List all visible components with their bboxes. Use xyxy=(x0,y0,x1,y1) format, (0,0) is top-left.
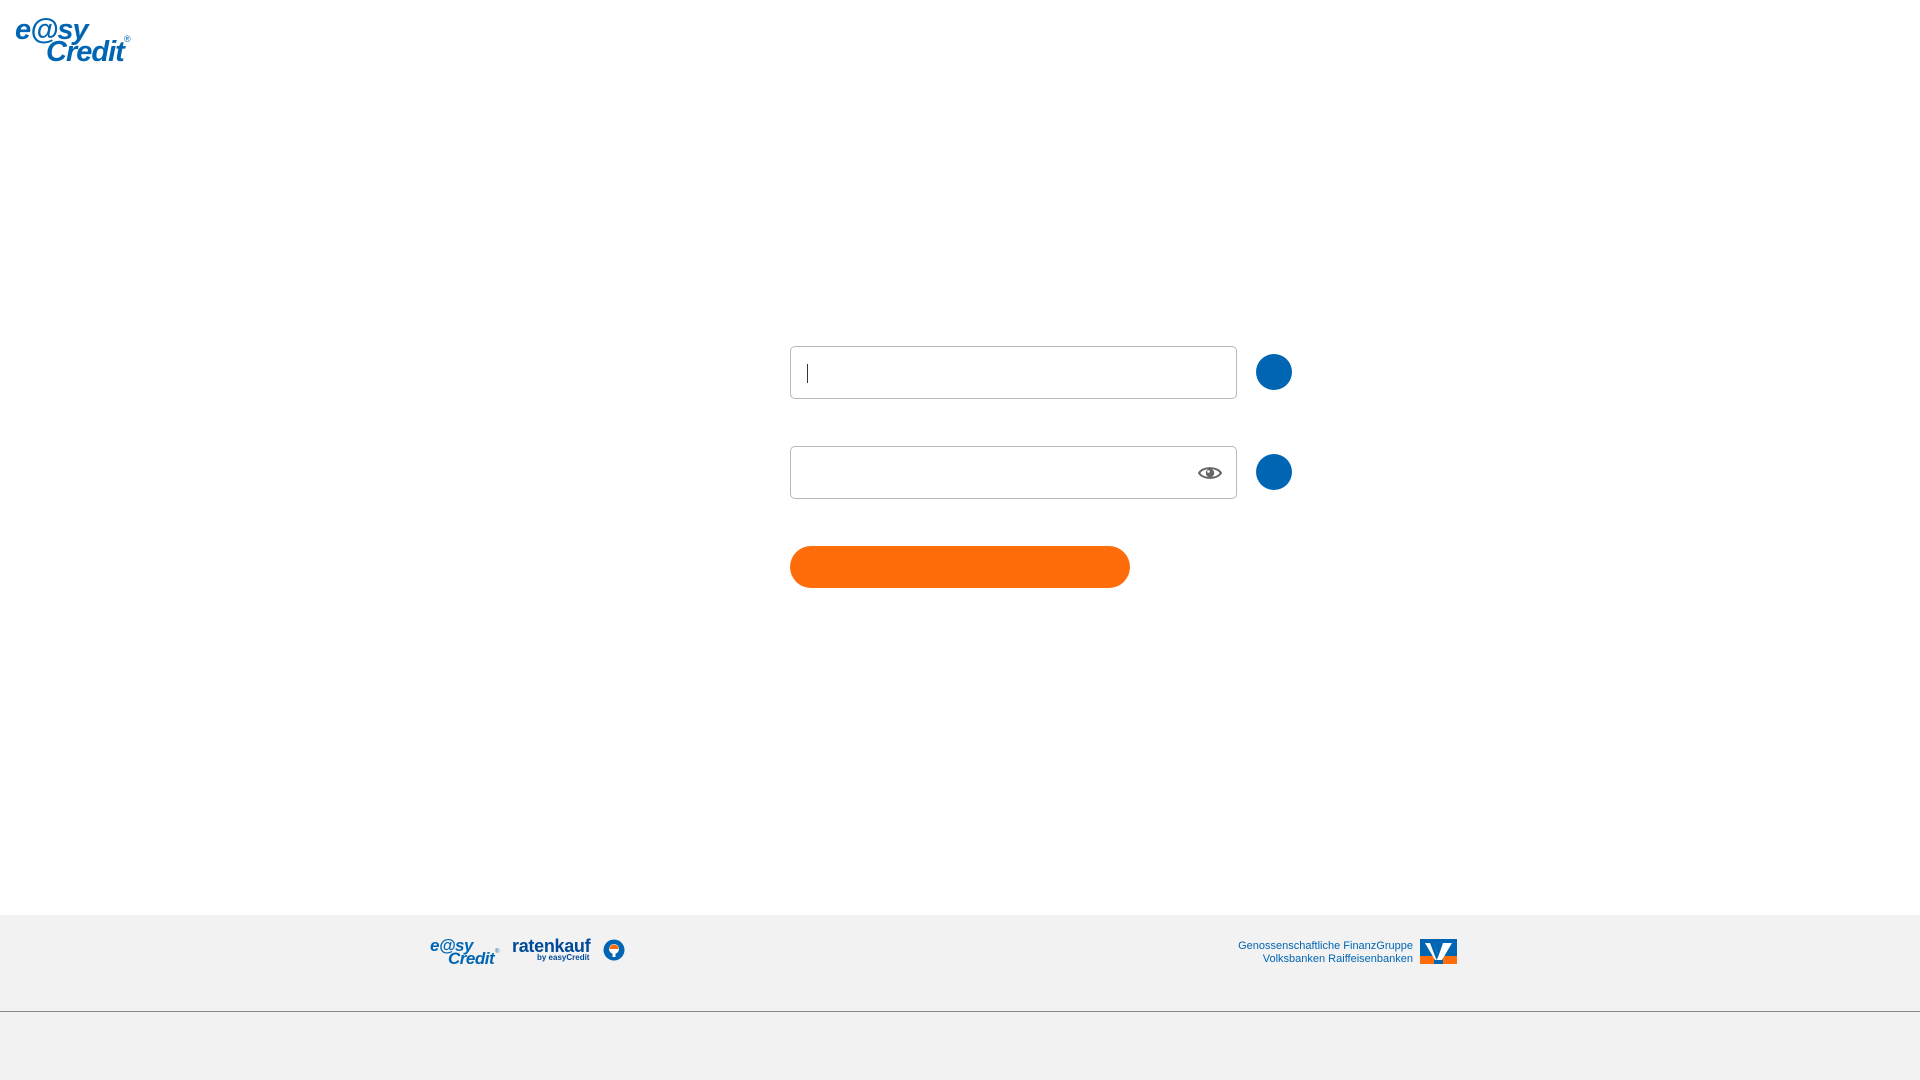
ratenkauf-logo[interactable]: ratenkauf by easyCredit xyxy=(512,937,612,967)
vr-group-line1: Genossenschaftliche FinanzGruppe xyxy=(1238,940,1413,952)
vr-group-text: Genossenschaftliche FinanzGruppe Volksba… xyxy=(1160,940,1413,966)
ratenkauf-icon xyxy=(603,939,625,961)
footer: e@sy Credit ® ratenkauf by easyCredit Ge… xyxy=(0,915,1920,1080)
footer-easycredit-logo[interactable]: e@sy Credit ® xyxy=(430,937,502,967)
username-field[interactable] xyxy=(790,346,1237,399)
login-button[interactable] xyxy=(790,546,1130,588)
footer-logo-line2: Credit xyxy=(448,949,495,968)
text-cursor xyxy=(807,364,808,383)
vr-group-line2: Volksbanken Raiffeisenbanken xyxy=(1262,953,1413,965)
password-field[interactable] xyxy=(790,446,1237,499)
password-input[interactable] xyxy=(805,457,1185,489)
volksbank-raiffeisenbank-logo[interactable] xyxy=(1420,939,1457,964)
eye-icon[interactable] xyxy=(1198,462,1222,484)
username-info-icon[interactable] xyxy=(1256,354,1292,390)
logo-registered-mark: ® xyxy=(124,34,131,44)
login-page: e@sy Credit ® e@sy Credit ® ratenkauf by… xyxy=(0,0,1920,1080)
password-info-icon[interactable] xyxy=(1256,454,1292,490)
footer-divider xyxy=(0,1011,1920,1012)
ratenkauf-logo-subtext: by easyCredit xyxy=(537,953,590,962)
footer-logo-registered: ® xyxy=(495,949,500,955)
username-input[interactable] xyxy=(805,357,1185,389)
logo-text-line2: Credit xyxy=(46,36,125,68)
easycredit-logo[interactable]: e@sy Credit ® xyxy=(15,16,133,67)
